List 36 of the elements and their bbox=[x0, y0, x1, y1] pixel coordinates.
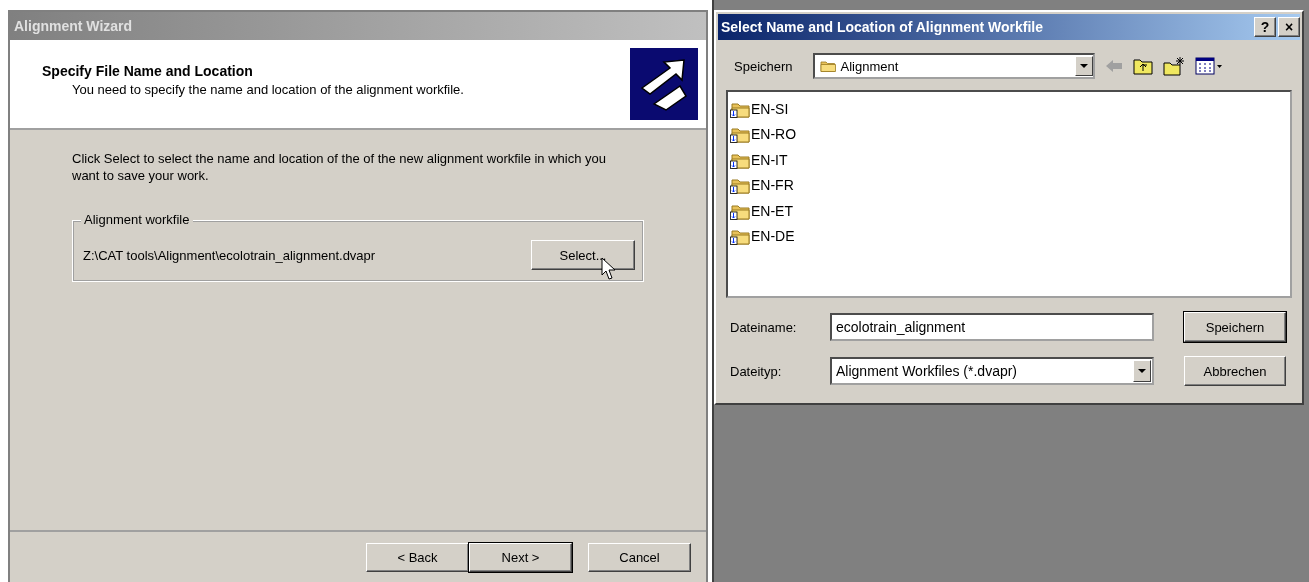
instruction-text: Click Select to select the name and location of the of the new alignment workfile in which you want to save your work. bbox=[72, 150, 607, 184]
folder-up-icon[interactable] bbox=[1132, 57, 1153, 75]
new-folder-icon[interactable] bbox=[1162, 56, 1185, 76]
dropdown-arrow-icon[interactable] bbox=[1079, 63, 1088, 69]
location-dropdown[interactable]: Alignment bbox=[812, 53, 1095, 79]
page-subheading: You need to specify the name and location of the alignment workfile. bbox=[71, 82, 465, 97]
select-button[interactable]: Select... bbox=[531, 240, 635, 270]
abort-button[interactable]: Abbrechen bbox=[1184, 356, 1286, 386]
folder-name[interactable]: EN-ET bbox=[751, 202, 793, 219]
page-heading: Specify File Name and Location bbox=[42, 63, 254, 79]
view-menu-icon[interactable] bbox=[1194, 57, 1223, 75]
cancel-button[interactable]: Cancel bbox=[588, 542, 691, 572]
dropdown-arrow-icon[interactable] bbox=[1138, 368, 1146, 374]
save-button[interactable]: Speichern bbox=[1184, 312, 1286, 342]
folder-shortcut-icon bbox=[730, 125, 750, 144]
filename-label: Dateiname: bbox=[730, 319, 798, 335]
workfile-path: Z:\CAT tools\Alignment\ecolotrain_alignment.dvapr bbox=[83, 247, 376, 263]
folder-name[interactable]: EN-SI bbox=[751, 100, 789, 117]
folder-shortcut-icon bbox=[730, 227, 750, 246]
back-button[interactable]: < Back bbox=[366, 542, 469, 572]
title-bar-button[interactable]: ? bbox=[1254, 17, 1276, 37]
filename-field[interactable]: ecolotrain_alignment bbox=[830, 313, 1154, 341]
location-label: Speichern bbox=[734, 58, 793, 74]
filetype-label: Dateityp: bbox=[730, 363, 783, 379]
next-button[interactable]: Next > bbox=[469, 542, 572, 572]
folder-icon bbox=[818, 58, 837, 74]
filetype-dropdown[interactable]: Alignment Workfiles (*.dvapr) bbox=[830, 357, 1154, 385]
title-bar-button[interactable]: × bbox=[1278, 17, 1300, 37]
folder-name[interactable]: EN-IT bbox=[751, 151, 788, 168]
group-label: Alignment workfile bbox=[81, 212, 193, 227]
folder-shortcut-icon bbox=[730, 176, 750, 195]
folder-name[interactable]: EN-RO bbox=[751, 126, 797, 143]
folder-name[interactable]: EN-FR bbox=[751, 177, 794, 194]
window-title: Alignment Wizard bbox=[10, 12, 706, 40]
dialog-title: Select Name and Location of Alignment Workfile bbox=[721, 19, 1045, 35]
folder-name[interactable]: EN-DE bbox=[751, 228, 795, 245]
